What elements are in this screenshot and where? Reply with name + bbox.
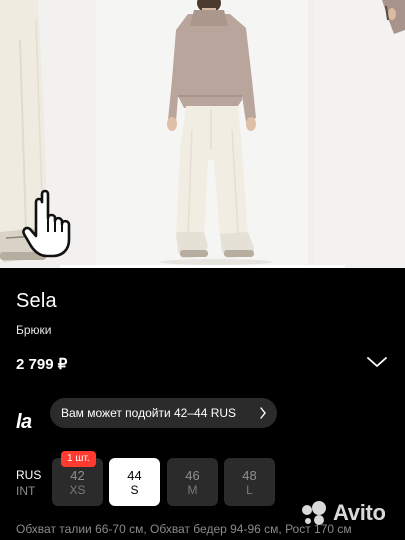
size-rus-label: 48 xyxy=(242,468,257,483)
size-system-int[interactable]: INT xyxy=(16,483,41,499)
product-info: Sela Брюки 2 799 ₽ la Вам может подойти … xyxy=(0,268,405,540)
lamoda-logo: la xyxy=(16,411,32,433)
size-rus-label: 44 xyxy=(127,468,142,483)
size-system-rus[interactable]: RUS xyxy=(16,467,41,483)
hand-pointer-icon xyxy=(22,189,71,258)
size-int-label: XS xyxy=(69,483,86,497)
size-option-44[interactable]: 44 S xyxy=(109,458,160,506)
size-suggestion-button[interactable]: Вам может подойти 42–44 RUS xyxy=(50,398,277,428)
size-rus-label: 42 xyxy=(70,468,85,483)
gallery-photo-3[interactable] xyxy=(314,0,405,268)
product-category: Брюки xyxy=(16,323,52,337)
size-option-46[interactable]: 46 M xyxy=(167,458,218,506)
size-int-label: L xyxy=(246,483,253,497)
size-rus-label: 46 xyxy=(185,468,200,483)
gallery-photo-1[interactable] xyxy=(0,0,90,268)
size-int-label: S xyxy=(130,483,139,497)
size-option-48[interactable]: 48 L xyxy=(224,458,275,506)
chevron-right-icon xyxy=(260,407,266,419)
photo-gallery[interactable] xyxy=(0,0,405,268)
stock-badge: 1 шт. xyxy=(61,451,96,467)
chevron-down-icon[interactable] xyxy=(366,354,388,370)
avito-logo-icon xyxy=(302,501,326,525)
size-int-label: M xyxy=(187,483,198,497)
size-system-switch[interactable]: RUS INT xyxy=(16,467,41,499)
avito-watermark: Avito xyxy=(299,498,399,528)
gallery-photo-2[interactable] xyxy=(96,0,308,268)
product-price: 2 799 ₽ xyxy=(16,356,68,373)
avito-wordmark: Avito xyxy=(333,500,386,525)
brand-name[interactable]: Sela xyxy=(16,290,57,313)
size-suggestion-text: Вам может подойти 42–44 RUS xyxy=(61,406,237,420)
